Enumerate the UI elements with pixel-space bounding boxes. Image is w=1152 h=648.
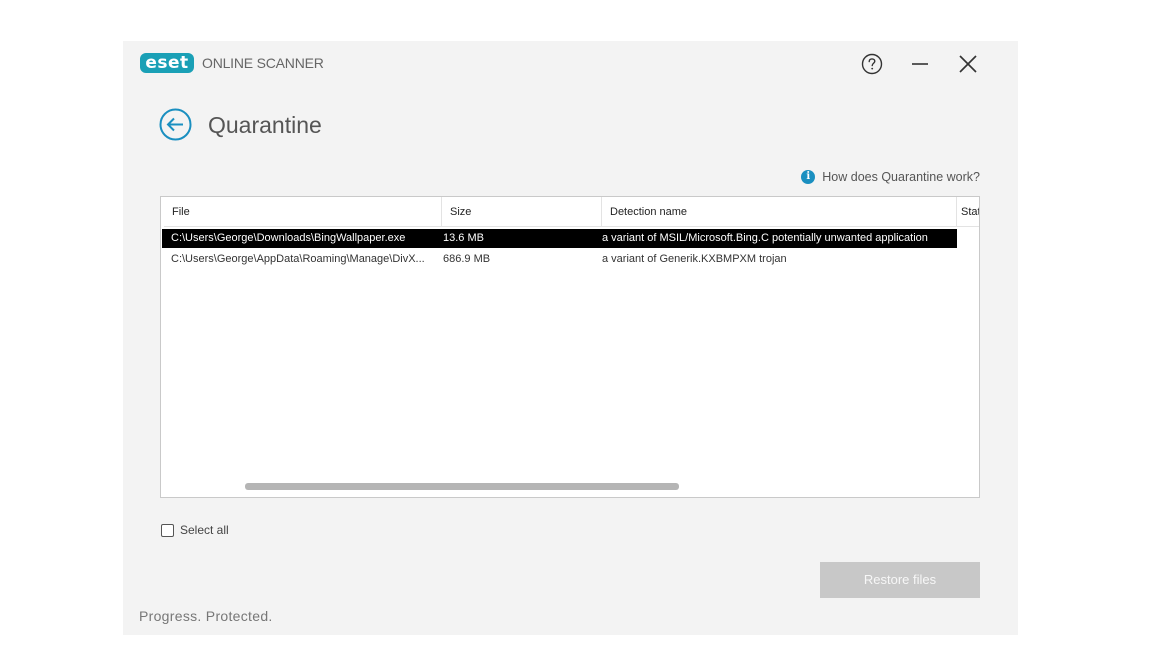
quarantine-help-link[interactable]: i How does Quarantine work?	[801, 170, 980, 184]
checkbox-box[interactable]	[161, 523, 174, 537]
back-button[interactable]	[159, 108, 192, 141]
page-title: Quarantine	[208, 112, 322, 138]
eset-logo: eset ONLINE SCANNER	[140, 53, 324, 73]
column-header-file[interactable]: File	[164, 197, 442, 226]
cell-file: C:\Users\George\AppData\Roaming\Manage\D…	[171, 253, 425, 265]
question-circle-icon	[861, 53, 883, 75]
cell-size: 686.9 MB	[443, 253, 491, 265]
select-all-checkbox[interactable]: Select all	[161, 523, 229, 537]
column-header-status[interactable]: Stat	[957, 197, 979, 226]
product-name: ONLINE SCANNER	[202, 55, 324, 71]
minimize-icon	[912, 63, 928, 65]
cell-detection-name: a variant of MSIL/Microsoft.Bing.C poten…	[602, 232, 928, 244]
arrow-left-circle-icon	[159, 108, 192, 141]
quarantine-table: File Size Detection name Stat C:\Users\G…	[160, 196, 980, 498]
app-window: eset ONLINE SCANNER Quarantine i How doe…	[123, 41, 1018, 635]
info-icon: i	[801, 170, 816, 184]
close-icon	[959, 55, 977, 73]
cell-detection-name: a variant of Generik.KXBMPXM trojan	[602, 253, 787, 265]
help-button[interactable]	[859, 51, 885, 77]
table-row[interactable]: C:\Users\George\AppData\Roaming\Manage\D…	[162, 250, 957, 269]
column-header-detection-name[interactable]: Detection name	[602, 197, 957, 226]
eset-logo-badge: eset	[140, 53, 194, 73]
select-all-label: Select all	[180, 523, 229, 537]
cell-file: C:\Users\George\Downloads\BingWallpaper.…	[171, 232, 406, 244]
table-row[interactable]: C:\Users\George\Downloads\BingWallpaper.…	[162, 229, 957, 248]
minimize-button[interactable]	[907, 51, 933, 77]
help-link-text: How does Quarantine work?	[822, 170, 980, 184]
horizontal-scrollbar[interactable]	[245, 483, 679, 490]
tagline: Progress. Protected.	[139, 608, 273, 624]
close-button[interactable]	[955, 51, 981, 77]
cell-size: 13.6 MB	[443, 232, 484, 244]
restore-files-button[interactable]: Restore files	[820, 562, 980, 598]
column-header-size[interactable]: Size	[442, 197, 602, 226]
table-header: File Size Detection name Stat	[164, 197, 979, 227]
